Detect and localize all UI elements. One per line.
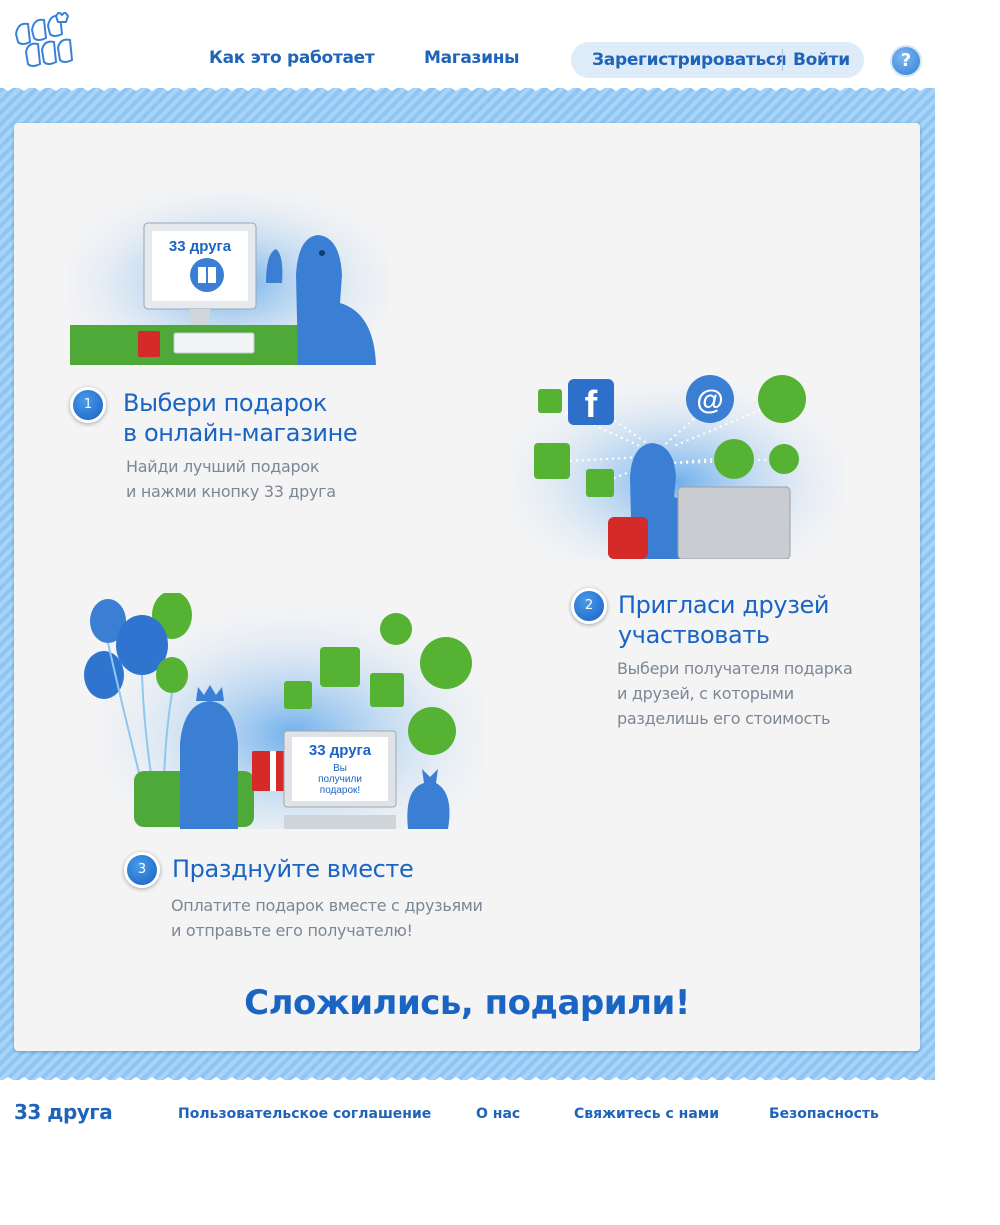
svg-text:получили: получили — [318, 774, 362, 785]
nav-how-it-works[interactable]: Как это работает — [209, 48, 375, 68]
person-figure — [180, 701, 238, 829]
friend-avatar-icon — [420, 637, 472, 689]
step-3-title: Празднуйте вместе — [172, 855, 414, 883]
friend-avatar-icon — [380, 613, 412, 645]
friend-avatar-icon — [714, 439, 754, 479]
red-chair — [608, 517, 648, 559]
auth-pill: Зарегистрироваться Войти — [571, 42, 864, 78]
zigzag-bottom-edge — [0, 1077, 935, 1082]
svg-text:подарок!: подарок! — [320, 785, 360, 796]
step1-illustration: 33 друга — [70, 183, 390, 365]
footer-link-terms[interactable]: Пользовательское соглашение — [178, 1106, 431, 1122]
logo-icon[interactable] — [12, 12, 80, 76]
step-1-badge: 1 — [70, 387, 106, 423]
step-2-desc-line1: Выбери получателя подарка — [617, 659, 853, 678]
login-link[interactable]: Войти — [793, 50, 850, 70]
auth-divider — [782, 49, 783, 71]
step-2-title-line2: участвовать — [618, 621, 770, 649]
laptop-brand-text: 33 друга — [309, 742, 372, 759]
step-1-title-line1: Выбери подарок — [123, 389, 327, 417]
friend-avatar-icon — [769, 444, 799, 474]
footer-link-about[interactable]: О нас — [476, 1106, 520, 1122]
register-link[interactable]: Зарегистрироваться — [592, 50, 787, 70]
site-header: Как это работает Магазины Зарегистрирова… — [0, 0, 935, 88]
friend-avatar-icon — [320, 647, 360, 687]
step2-illustration: f @ — [512, 367, 842, 559]
friend-avatar-icon — [758, 375, 806, 423]
step-2-desc-line2: и друзей, с которыми — [617, 684, 794, 703]
step-2-title-line1: Пригласи друзей — [618, 591, 830, 619]
step-3-desc-line1: Оплатите подарок вместе с друзьями — [171, 896, 483, 915]
svg-text:@: @ — [696, 384, 723, 415]
step-1-title-line2: в онлайн-магазине — [123, 419, 358, 447]
step3-illustration: 33 друга Вы получили подарок! — [84, 593, 484, 829]
footer-link-contact[interactable]: Свяжитесь с нами — [574, 1106, 719, 1122]
footer-link-security[interactable]: Безопасность — [769, 1106, 879, 1122]
friend-avatar-icon — [538, 389, 562, 413]
slogan: Сложились, подарили! — [244, 983, 690, 1023]
step-1-desc-line1: Найди лучший подарок — [126, 457, 320, 476]
footer-logo[interactable]: 33 друга — [14, 1100, 113, 1124]
step-2-badge: 2 — [571, 588, 607, 624]
step-3-badge: 3 — [124, 852, 160, 888]
step-3-desc-line2: и отправьте его получателю! — [171, 921, 413, 940]
friend-avatar-icon — [408, 707, 456, 755]
friend-avatar-icon — [586, 469, 614, 497]
help-icon[interactable]: ? — [890, 45, 922, 77]
svg-text:Вы: Вы — [333, 763, 347, 774]
step-2-desc-line3: разделишь его стоимость — [617, 709, 831, 728]
zigzag-top-edge — [0, 86, 935, 91]
nav-shops[interactable]: Магазины — [424, 48, 520, 68]
friend-avatar-icon — [370, 673, 404, 707]
friend-avatar-icon — [534, 443, 570, 479]
keyboard — [173, 332, 255, 354]
screen-brand-text: 33 друга — [169, 238, 232, 255]
svg-text:f: f — [585, 384, 598, 426]
coffee-mug-icon — [138, 331, 160, 357]
step-1-desc-line2: и нажми кнопку 33 друга — [126, 482, 336, 501]
how-it-works-card: 33 друга 1 Выбери подарок в онлайн-магаз… — [14, 123, 920, 1051]
laptop — [677, 486, 791, 559]
friend-avatar-icon — [284, 681, 312, 709]
